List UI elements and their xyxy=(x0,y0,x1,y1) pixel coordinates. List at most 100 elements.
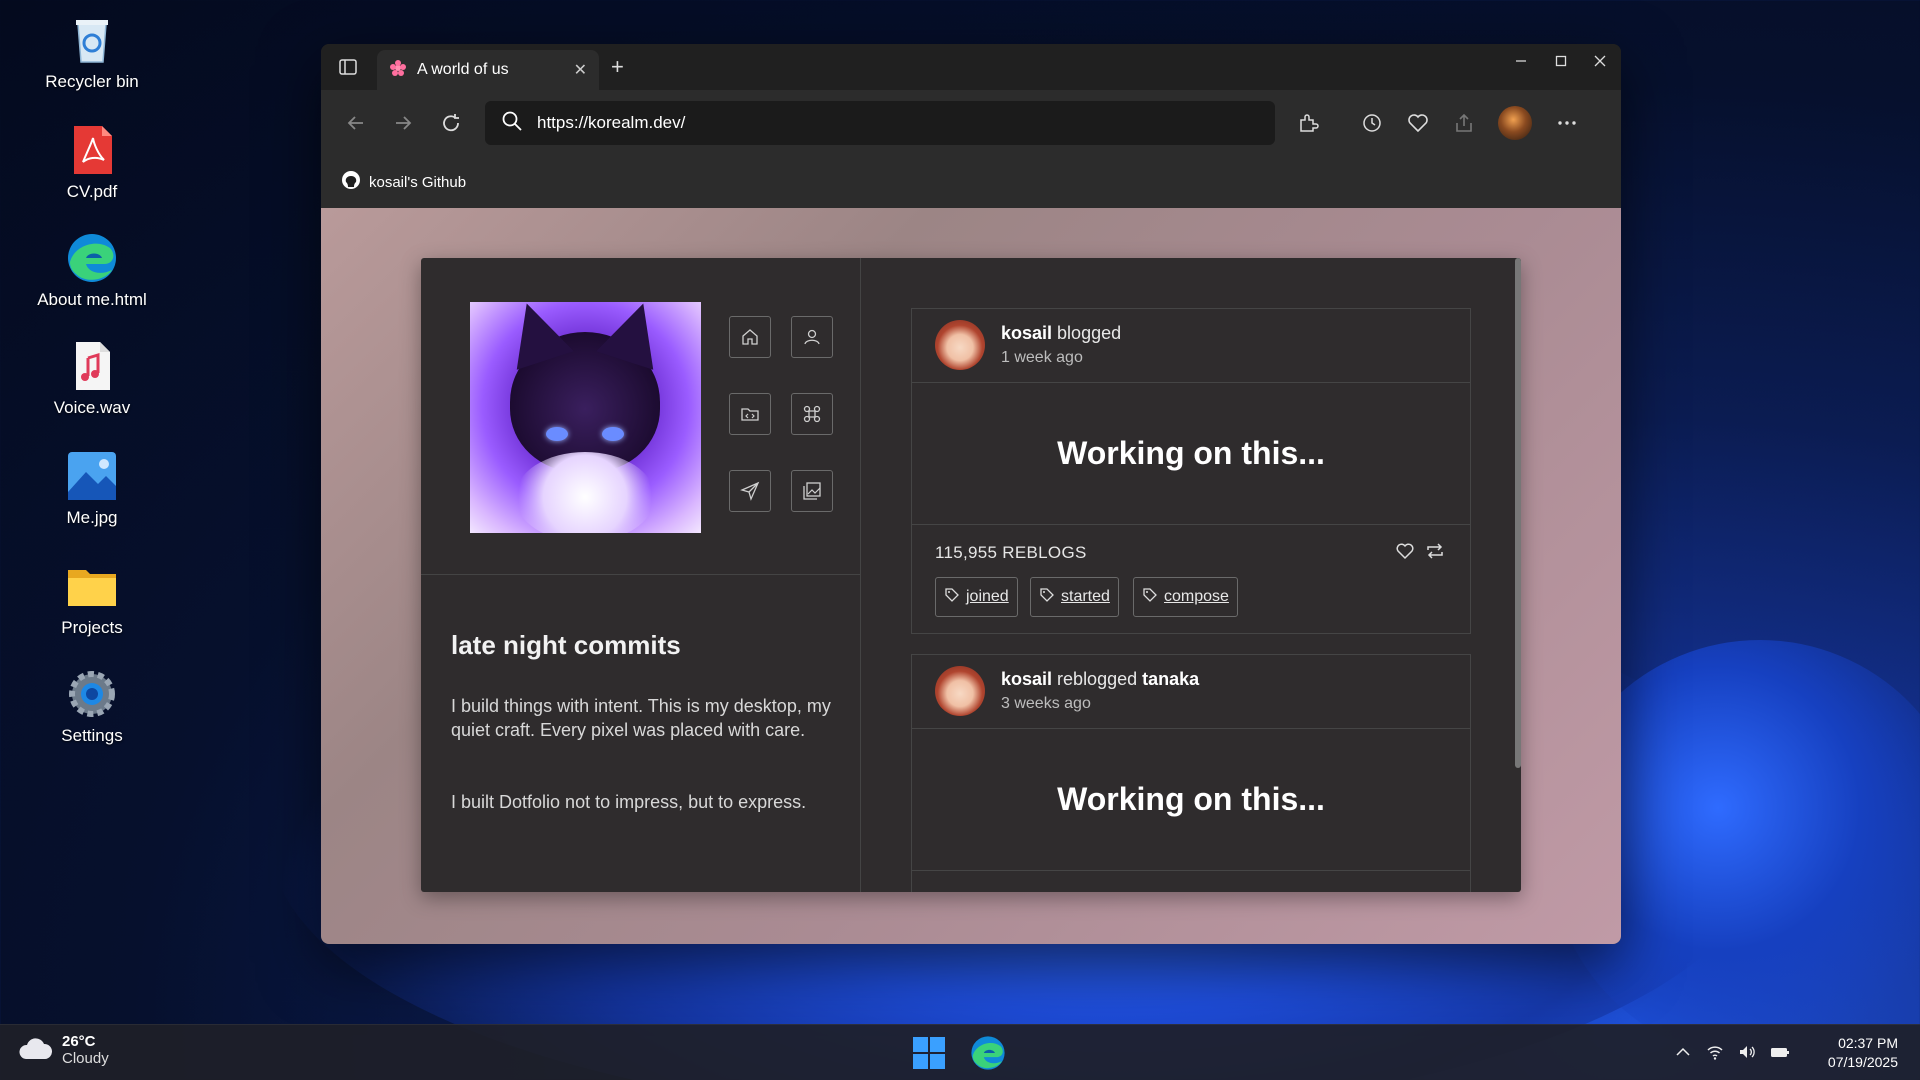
post-card: kosail blogged 1 week ago Working on thi… xyxy=(911,308,1471,634)
post-action: reblogged xyxy=(1057,669,1138,689)
desktop-icon-label: Voice.wav xyxy=(53,398,131,417)
desktop-icon-about-me[interactable]: About me.html xyxy=(20,232,164,310)
minimize-icon[interactable] xyxy=(1514,52,1528,73)
send-icon[interactable] xyxy=(729,470,771,512)
desktop-icon-label: Projects xyxy=(61,618,123,637)
taskbar: 26°C Cloudy 02:37 PM 07/19/2025 xyxy=(0,1024,1920,1080)
tag-started[interactable]: started xyxy=(1030,577,1119,617)
post-timestamp: 3 weeks ago xyxy=(1001,695,1091,712)
post-author-line: kosail reblogged tanaka xyxy=(1001,669,1199,690)
avatar[interactable] xyxy=(935,666,985,716)
post-body: Working on this... xyxy=(912,383,1470,525)
cloud-icon xyxy=(18,1035,53,1066)
more-options-icon[interactable] xyxy=(1552,108,1582,138)
new-tab-button[interactable]: + xyxy=(611,54,624,80)
user-icon[interactable] xyxy=(791,316,833,358)
recycle-bin-icon xyxy=(66,14,118,66)
tab-close-icon[interactable]: ✕ xyxy=(574,60,587,80)
bio-title: late night commits xyxy=(451,630,681,660)
desktop-icon-projects[interactable]: Projects xyxy=(20,560,164,638)
history-icon[interactable] xyxy=(1357,108,1387,138)
tab-favicon-icon xyxy=(389,59,407,82)
back-icon[interactable] xyxy=(341,108,371,138)
maximize-icon[interactable] xyxy=(1554,52,1568,73)
sidebar-toggle-icon[interactable] xyxy=(333,52,363,82)
post-reblog-source[interactable]: tanaka xyxy=(1142,669,1199,689)
address-bar[interactable]: https://korealm.dev/ xyxy=(485,101,1275,145)
post-author[interactable]: kosail xyxy=(1001,323,1052,343)
edge-taskbar-icon[interactable] xyxy=(970,1035,1006,1071)
clock-time: 02:37 PM xyxy=(1838,1035,1898,1051)
desktop-icon-settings[interactable]: Settings xyxy=(20,668,164,746)
clock-date: 07/19/2025 xyxy=(1827,1054,1898,1070)
home-icon[interactable] xyxy=(729,316,771,358)
desktop-icon-label: About me.html xyxy=(37,290,147,309)
tag-icon xyxy=(944,587,960,608)
post-timestamp: 1 week ago xyxy=(1001,349,1083,366)
start-windows-icon[interactable] xyxy=(912,1036,946,1070)
weather-widget[interactable]: 26°C Cloudy xyxy=(18,1033,109,1067)
tag-label: joined xyxy=(966,588,1009,605)
desktop-icon-me-jpg[interactable]: Me.jpg xyxy=(20,450,164,528)
post-header: kosail reblogged tanaka 3 weeks ago xyxy=(912,655,1470,729)
tag-joined[interactable]: joined xyxy=(935,577,1018,617)
avatar[interactable] xyxy=(935,320,985,370)
chevron-up-icon[interactable] xyxy=(1674,1043,1692,1066)
wifi-icon[interactable] xyxy=(1706,1043,1724,1066)
scrollbar-thumb[interactable] xyxy=(1515,258,1521,768)
settings-gear-icon xyxy=(66,668,118,720)
post-body: Working on this... xyxy=(912,729,1470,871)
gallery-icon[interactable] xyxy=(791,470,833,512)
page-viewport: late night commits I build things with i… xyxy=(321,208,1621,944)
post-author-line: kosail blogged xyxy=(1001,323,1121,344)
extensions-icon[interactable] xyxy=(1293,108,1323,138)
tab-active[interactable]: A world of us ✕ xyxy=(377,50,599,90)
profile-avatar[interactable] xyxy=(1498,106,1532,140)
desktop-icon-label: CV.pdf xyxy=(66,182,118,201)
profile-cat-image xyxy=(470,302,701,533)
refresh-icon[interactable] xyxy=(436,108,466,138)
desktop-icon-cv-pdf[interactable]: CV.pdf xyxy=(20,124,164,202)
code-folder-icon[interactable] xyxy=(729,393,771,435)
battery-icon[interactable] xyxy=(1770,1043,1790,1066)
system-tray xyxy=(1674,1043,1790,1066)
bookmarks-bar: kosail's Github xyxy=(321,156,1621,208)
tag-label: started xyxy=(1061,588,1110,605)
volume-icon[interactable] xyxy=(1738,1043,1756,1066)
search-icon xyxy=(501,110,523,137)
bookmark-github[interactable]: kosail's Github xyxy=(369,174,466,191)
profile-sidebar: late night commits I build things with i… xyxy=(421,258,861,892)
url-text: https://korealm.dev/ xyxy=(537,113,686,132)
tab-title: A world of us xyxy=(417,61,509,78)
like-heart-icon[interactable] xyxy=(1395,541,1415,566)
post-footer: 115,955 REBLOGS joined started compose xyxy=(912,525,1470,633)
favorites-heart-icon[interactable] xyxy=(1403,108,1433,138)
bio-paragraph-2: I built Dotfolio not to impress, but to … xyxy=(451,792,807,812)
browser-toolbar: https://korealm.dev/ xyxy=(321,90,1621,156)
tab-bar: A world of us ✕ + xyxy=(321,44,1621,90)
post-card: kosail reblogged tanaka 3 weeks ago Work… xyxy=(911,654,1471,892)
command-icon[interactable] xyxy=(791,393,833,435)
audio-file-icon xyxy=(66,340,118,392)
weather-condition: Cloudy xyxy=(62,1050,109,1067)
share-icon[interactable] xyxy=(1449,108,1479,138)
tag-icon xyxy=(1142,587,1158,608)
reblog-count: 115,955 REBLOGS xyxy=(935,543,1087,562)
card-scrollbar[interactable] xyxy=(1515,258,1521,892)
sidebar-divider xyxy=(421,574,861,575)
tag-label: compose xyxy=(1164,588,1229,605)
tag-icon xyxy=(1039,587,1055,608)
post-header: kosail blogged 1 week ago xyxy=(912,309,1470,383)
desktop-icon-voice[interactable]: Voice.wav xyxy=(20,340,164,418)
close-window-icon[interactable] xyxy=(1593,52,1607,73)
system-clock[interactable]: 02:37 PM 07/19/2025 xyxy=(1828,1034,1898,1072)
desktop-icon-recycle-bin[interactable]: Recycler bin xyxy=(20,14,164,92)
desktop-icon-label: Recycler bin xyxy=(45,72,139,91)
tag-compose[interactable]: compose xyxy=(1133,577,1238,617)
post-action: blogged xyxy=(1057,323,1122,343)
forward-icon[interactable] xyxy=(388,108,418,138)
desktop-icon-label: Settings xyxy=(61,726,123,745)
weather-temp: 26°C xyxy=(62,1033,96,1050)
reblog-icon[interactable] xyxy=(1424,541,1446,566)
post-author[interactable]: kosail xyxy=(1001,669,1052,689)
